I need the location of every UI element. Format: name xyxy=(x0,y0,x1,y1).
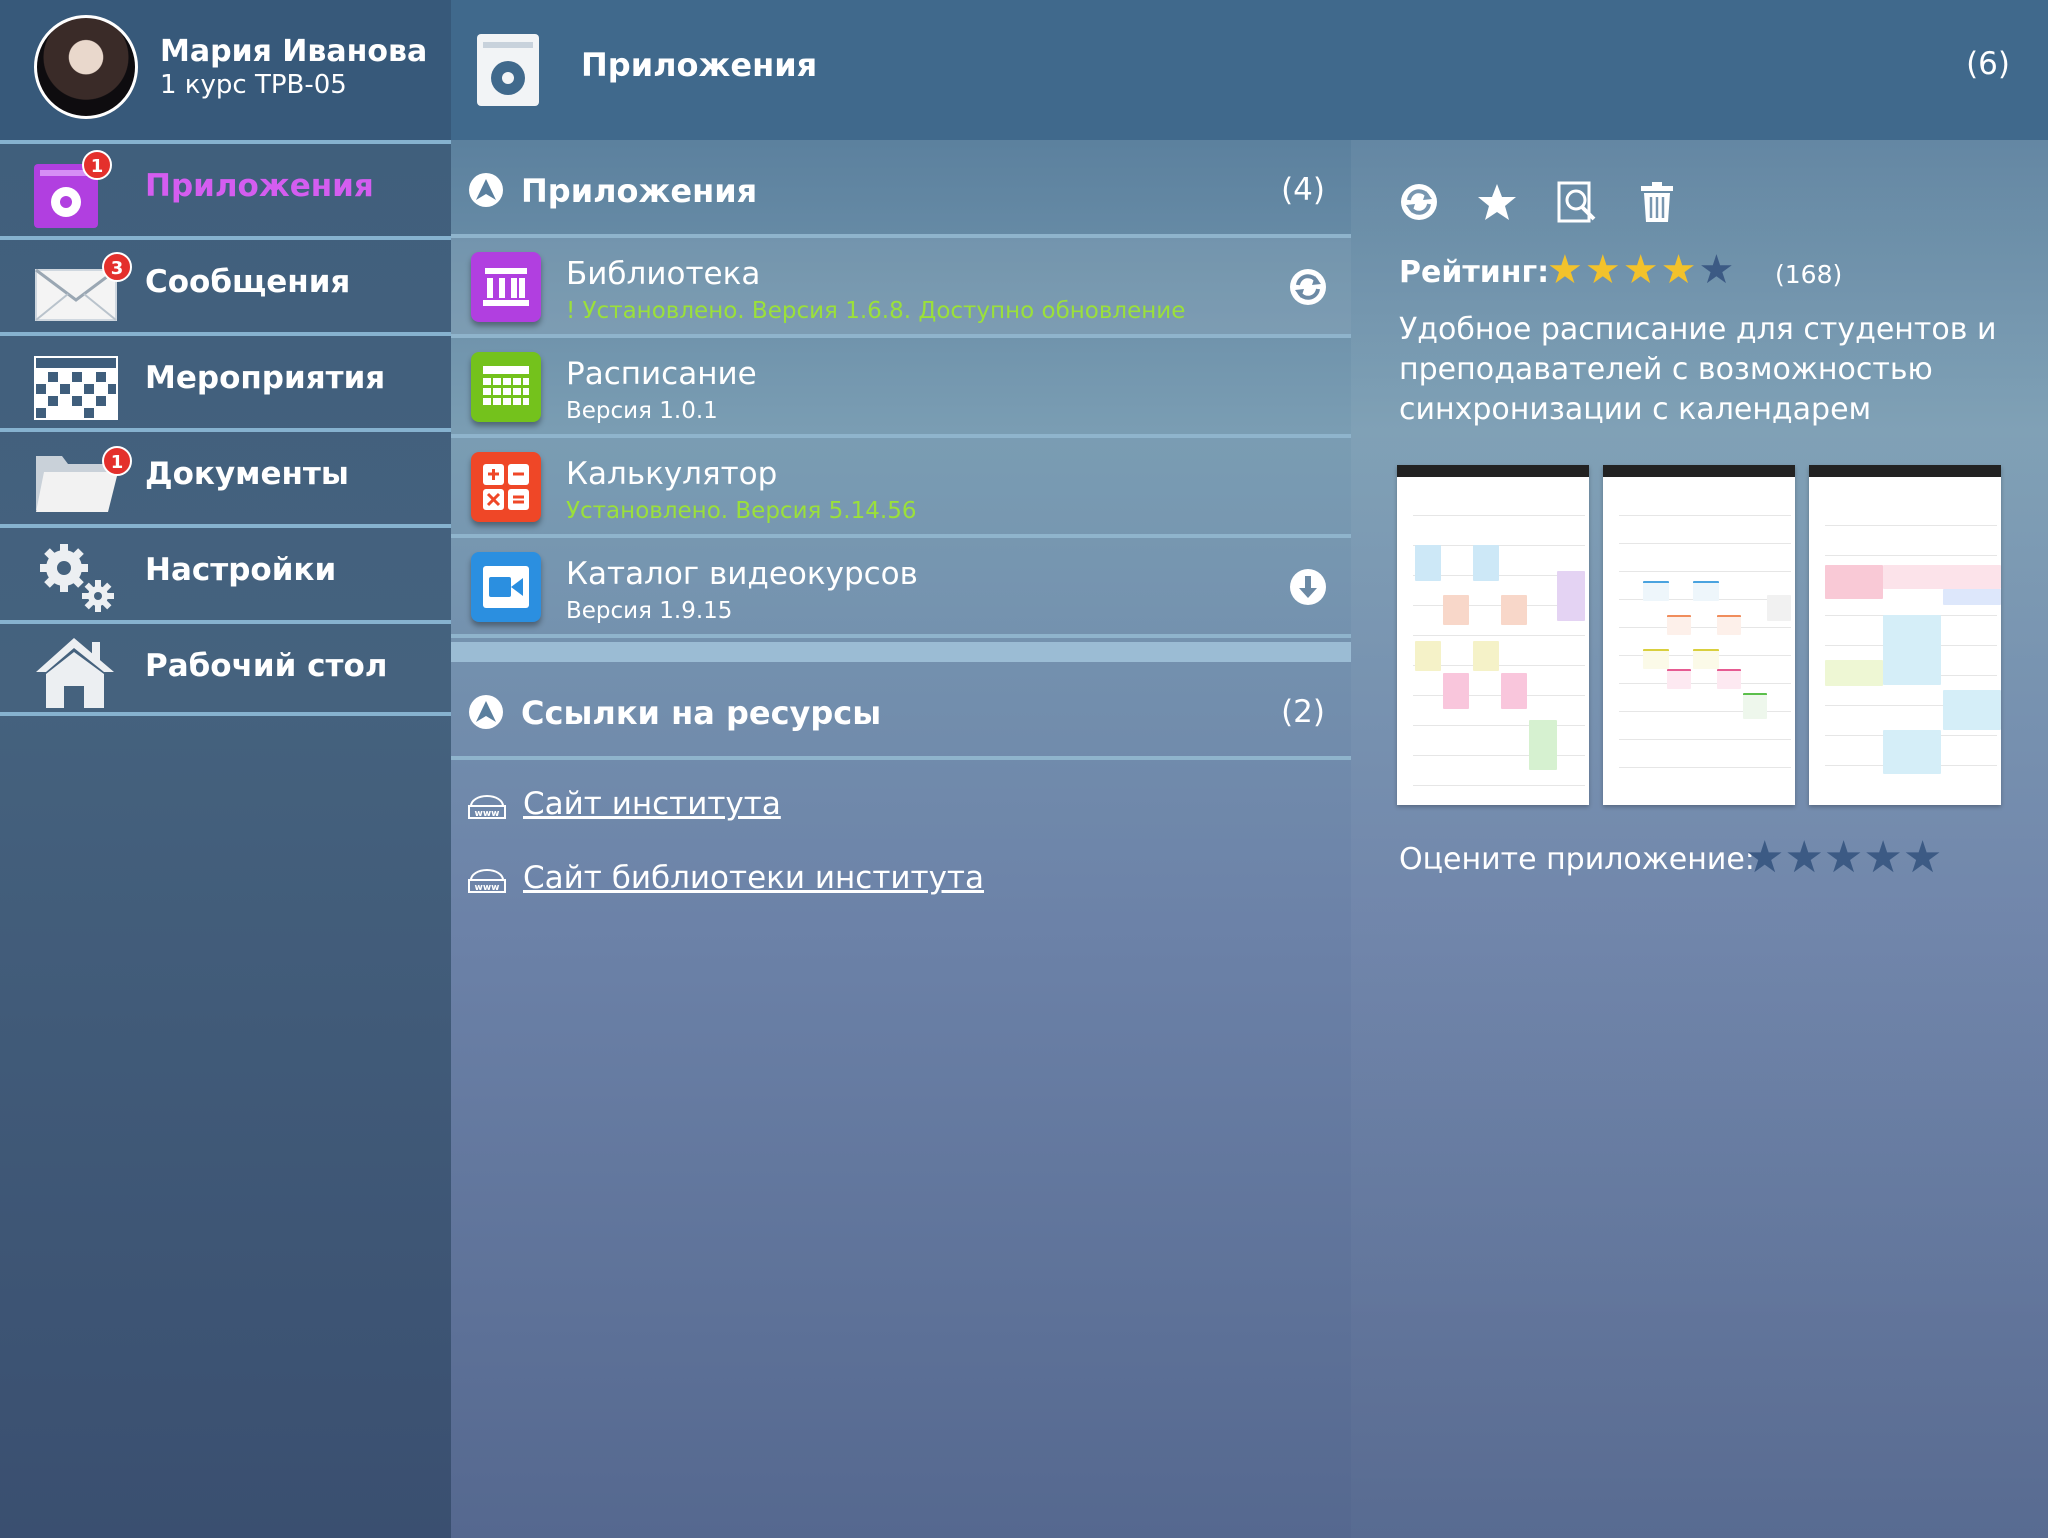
collapse-arrow-icon[interactable] xyxy=(468,172,504,208)
home-icon xyxy=(36,638,114,708)
sidebar-item-label: Рабочий стол xyxy=(145,648,388,684)
sidebar-item-messages[interactable]: 3 Сообщения xyxy=(0,236,451,332)
badge-messages: 3 xyxy=(102,252,132,282)
rating-count: (168) xyxy=(1775,260,1843,289)
app-row-video-catalog[interactable]: Каталог видеокурсов Версия 1.9.15 xyxy=(451,538,1351,638)
total-count: (6) xyxy=(1966,46,2010,82)
sidebar-item-label: Настройки xyxy=(145,552,337,588)
app-status: Версия 1.0.1 xyxy=(566,398,718,424)
search-icon[interactable] xyxy=(1555,180,1599,224)
app-status: Установлено. Версия 5.14.56 xyxy=(566,498,917,524)
app-name: Расписание xyxy=(566,356,757,392)
collapse-arrow-icon[interactable] xyxy=(468,694,504,730)
star-empty-icon: ★ xyxy=(1698,247,1737,293)
star-icon[interactable] xyxy=(1475,180,1519,224)
rate-star-5[interactable]: ★ xyxy=(1903,832,1942,883)
trash-icon[interactable] xyxy=(1635,180,1679,224)
link-row[interactable]: www Сайт института xyxy=(451,780,1351,840)
app-details-panel: Рейтинг: ★★★★★ (168) Удобное расписание … xyxy=(1351,140,2048,1538)
badge-documents: 1 xyxy=(102,446,132,476)
www-icon: www xyxy=(468,795,506,819)
badge-apps: 1 xyxy=(82,150,112,180)
app-row-calculator[interactable]: Калькулятор Установлено. Версия 5.14.56 xyxy=(451,438,1351,538)
section-title: Приложения xyxy=(521,172,758,210)
sidebar-item-label: Мероприятия xyxy=(145,360,386,396)
section-count: (2) xyxy=(1281,694,1325,730)
star-filled-icon: ★ xyxy=(1660,247,1699,293)
update-icon[interactable] xyxy=(1289,268,1327,306)
profile-subtitle: 1 курс ТРВ-05 xyxy=(160,70,347,100)
video-app-icon xyxy=(471,552,541,622)
rate-stars[interactable]: ★★★★★ xyxy=(1745,832,1942,883)
sidebar-item-documents[interactable]: 1 Документы xyxy=(0,428,451,524)
app-list-panel: Приложения (4) Библиотека ! Установлено.… xyxy=(451,140,1351,1538)
avatar[interactable] xyxy=(34,15,138,119)
rate-star-2[interactable]: ★ xyxy=(1784,832,1823,883)
profile-header[interactable]: Мария Иванова 1 курс ТРВ-05 xyxy=(0,0,451,140)
page-title: Приложения xyxy=(581,46,818,84)
star-filled-icon: ★ xyxy=(1622,247,1661,293)
gears-icon xyxy=(40,544,114,612)
link-library-site[interactable]: Сайт библиотеки института xyxy=(523,860,984,896)
section-separator xyxy=(451,642,1351,662)
star-filled-icon: ★ xyxy=(1584,247,1623,293)
app-row-library[interactable]: Библиотека ! Установлено. Версия 1.6.8. … xyxy=(451,238,1351,338)
app-description: Удобное расписание для студентов и препо… xyxy=(1399,312,1997,427)
rating-label: Рейтинг: xyxy=(1399,255,1550,290)
schedule-app-icon xyxy=(471,352,541,422)
star-filled-icon: ★ xyxy=(1547,247,1585,293)
links-section-header[interactable]: Ссылки на ресурсы (2) xyxy=(451,662,1351,760)
app-status: ! Установлено. Версия 1.6.8. Доступно об… xyxy=(566,298,1186,324)
link-row[interactable]: www Сайт библиотеки института xyxy=(451,854,1351,914)
calculator-app-icon xyxy=(471,452,541,522)
refresh-icon[interactable] xyxy=(1397,180,1441,224)
www-icon: www xyxy=(468,869,506,893)
app-screenshot-2[interactable] xyxy=(1603,465,1795,805)
top-bar: Приложения (6) xyxy=(451,0,2048,140)
app-name: Библиотека xyxy=(566,256,761,292)
sidebar-item-label: Документы xyxy=(145,456,349,492)
section-count: (4) xyxy=(1281,172,1325,208)
app-name: Каталог видеокурсов xyxy=(566,556,918,592)
app-screenshot-1[interactable] xyxy=(1397,465,1589,805)
svg-text:www: www xyxy=(475,883,500,893)
apps-section-header[interactable]: Приложения (4) xyxy=(451,140,1351,238)
library-app-icon xyxy=(471,252,541,322)
rate-prompt: Оцените приложение: xyxy=(1399,842,1755,877)
sidebar-item-desktop[interactable]: Рабочий стол xyxy=(0,620,451,716)
app-name: Калькулятор xyxy=(566,456,778,492)
sidebar-item-label: Сообщения xyxy=(145,264,351,300)
rating-stars: ★★★★★ xyxy=(1547,247,1736,293)
sidebar: Мария Иванова 1 курс ТРВ-05 1 Приложения… xyxy=(0,0,451,1538)
rate-star-3[interactable]: ★ xyxy=(1824,832,1863,883)
calendar-grid-icon xyxy=(34,356,118,420)
profile-name: Мария Иванова xyxy=(160,34,428,69)
rate-star-1[interactable]: ★ xyxy=(1745,832,1784,883)
app-row-schedule[interactable]: Расписание Версия 1.0.1 xyxy=(451,338,1351,438)
download-icon[interactable] xyxy=(1289,568,1327,606)
sidebar-item-settings[interactable]: Настройки xyxy=(0,524,451,620)
link-institute-site[interactable]: Сайт института xyxy=(523,786,781,822)
svg-text:www: www xyxy=(475,809,500,819)
rate-star-4[interactable]: ★ xyxy=(1863,832,1902,883)
sidebar-item-label: Приложения xyxy=(145,168,374,204)
section-title: Ссылки на ресурсы xyxy=(521,694,882,732)
sidebar-item-apps[interactable]: 1 Приложения xyxy=(0,140,451,236)
sidebar-item-events[interactable]: Мероприятия xyxy=(0,332,451,428)
app-status: Версия 1.9.15 xyxy=(566,598,733,624)
app-screenshot-3[interactable] xyxy=(1809,465,2001,805)
app-store-icon xyxy=(477,34,539,106)
